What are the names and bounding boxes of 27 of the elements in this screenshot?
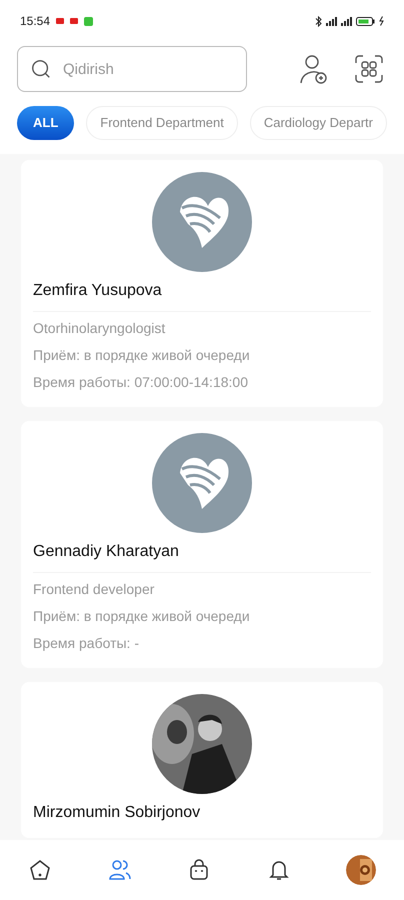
filter-chip[interactable]: Frontend Department	[86, 106, 238, 140]
signal-icon	[326, 16, 337, 26]
doctor-card[interactable]: Mirzomumin Sobirjonov	[21, 682, 383, 838]
home-icon[interactable]	[28, 858, 52, 882]
doctor-specialty: Frontend developer	[33, 580, 156, 599]
filter-chip[interactable]: Cardiology Departr	[250, 106, 387, 140]
bluetooth-icon	[315, 16, 322, 26]
doctor-card[interactable]: Gennadiy Kharatyan Frontend developer Приём: в порядке живой очереди Время работы: -	[21, 421, 383, 668]
people-icon[interactable]	[108, 858, 132, 882]
doctor-card[interactable]: Zemfira Yusupova Otorhinolaryngologist Приём: в порядке живой очереди Время работы: 07:00:00-14:18:00	[21, 160, 383, 407]
add-user-icon	[299, 53, 329, 85]
search-icon	[30, 58, 52, 80]
reception-text: Приём: в порядке живой очереди	[33, 607, 251, 626]
doctor-specialty: Otorhinolaryngologist	[33, 319, 166, 338]
battery-icon	[356, 16, 375, 26]
reception-text: Приём: в порядке живой очереди	[33, 346, 251, 365]
scan-icon	[354, 54, 384, 84]
working-hours: Время работы: 07:00:00-14:18:00	[33, 373, 249, 392]
signal-icon	[341, 16, 352, 26]
status-time: 15:54	[20, 13, 50, 30]
charging-icon	[379, 16, 384, 26]
search-field[interactable]: Qidirish	[17, 46, 247, 92]
doctor-name: Zemfira Yusupova	[33, 281, 163, 301]
doctor-name: Gennadiy Kharatyan	[33, 542, 180, 562]
doctor-name: Mirzomumin Sobirjonov	[33, 803, 202, 823]
working-hours: Время работы: -	[33, 634, 140, 653]
filter-chip[interactable]: ALL	[17, 106, 74, 140]
